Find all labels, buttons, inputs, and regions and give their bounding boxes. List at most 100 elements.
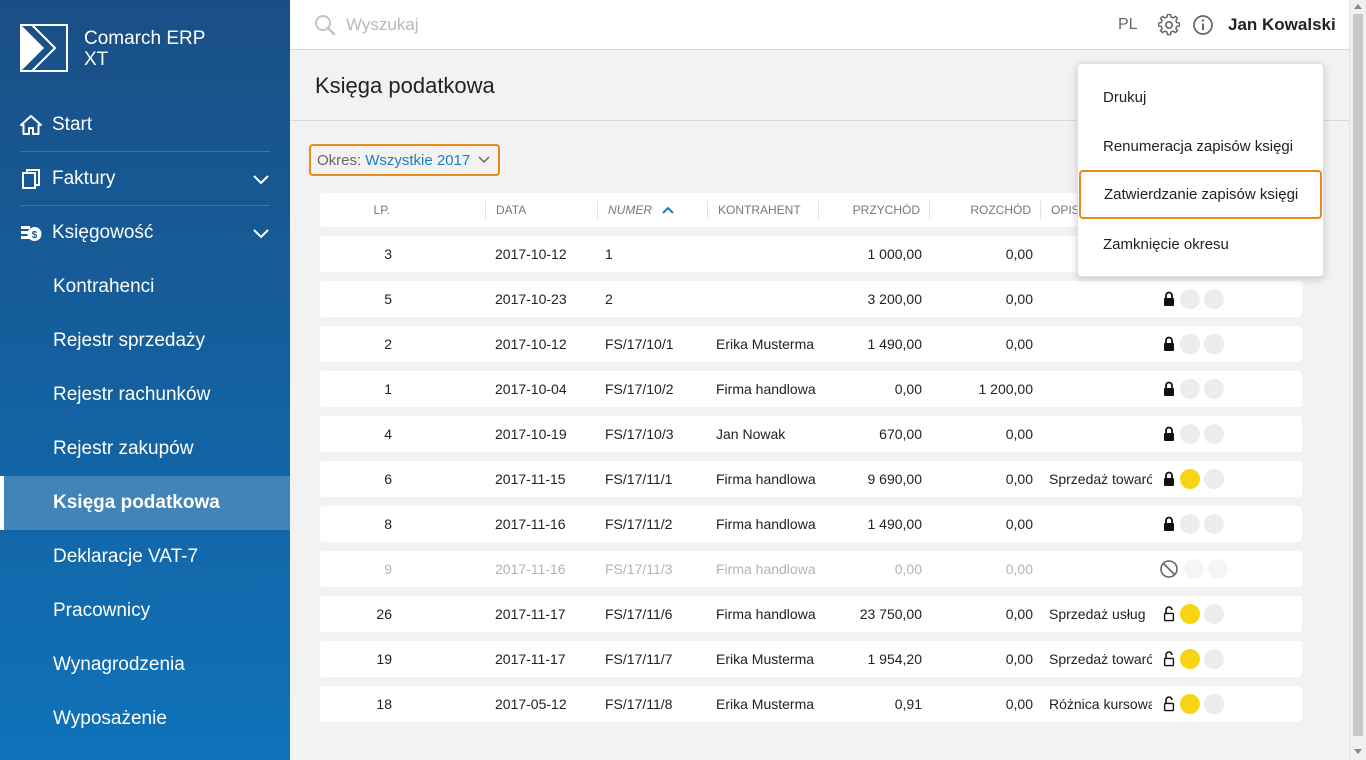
sidebar-item-rejestr-sprzedazy[interactable]: Rejestr sprzedaży	[0, 314, 290, 368]
coins-icon: $	[20, 222, 42, 244]
menu-item-drukuj[interactable]: Drukuj	[1078, 73, 1323, 122]
cell-contractor: Erika Musterma	[716, 696, 815, 712]
cell-expense: 0,00	[1005, 516, 1033, 532]
cell-lp: 26	[376, 606, 392, 622]
cell-date: 2017-11-16	[495, 561, 566, 577]
chevron-down-icon[interactable]	[252, 224, 270, 242]
menu-item-zatwierdzanie[interactable]: Zatwierdzanie zapisów księgi	[1079, 170, 1322, 219]
status-dot	[1180, 379, 1200, 399]
table-row[interactable]: 19 2017-11-17 FS/17/11/7 Erika Musterma 1 95…	[320, 641, 1302, 677]
cell-number: 1	[605, 246, 613, 262]
row-status	[1162, 461, 1224, 497]
table-row[interactable]: 8 2017-11-16 FS/17/11/2 Firma handlowa 1 490…	[320, 506, 1302, 542]
cell-income: 1 490,00	[867, 516, 923, 532]
cell-contractor: Firma handlowa	[716, 381, 816, 397]
sidebar-item-wyposazenie[interactable]: Wyposażenie	[0, 692, 290, 746]
cell-lp: 8	[384, 516, 392, 532]
cell-income: 0,91	[894, 696, 922, 712]
row-status	[1158, 551, 1228, 587]
language-selector[interactable]: PL	[1118, 16, 1138, 34]
column-header-contractor[interactable]: KONTRAHENT	[707, 193, 819, 227]
home-icon	[20, 114, 42, 136]
gear-icon[interactable]	[1158, 14, 1180, 36]
cell-contractor: Jan Nowak	[716, 426, 786, 442]
sidebar-item-ksiega-podatkowa[interactable]: Księga podatkowa	[0, 476, 290, 530]
app-name: Comarch ERP XT	[84, 28, 205, 70]
cell-income: 1 954,20	[867, 651, 923, 667]
status-dot	[1204, 379, 1224, 399]
status-dot	[1204, 334, 1224, 354]
lock-icon	[1162, 380, 1176, 398]
sidebar-item-wynagrodzenia[interactable]: Wynagrodzenia	[0, 638, 290, 692]
period-filter-value: Wszystkie 2017	[365, 151, 471, 169]
cell-date: 2017-10-19	[495, 426, 567, 442]
table-row[interactable]: 5 2017-10-23 2 3 200,00 0,00	[320, 281, 1302, 317]
sidebar-item-rejestr-zakupow[interactable]: Rejestr zakupów	[0, 422, 290, 476]
column-header-income[interactable]: PRZYCHÓD	[818, 193, 930, 227]
cell-income: 1 000,00	[867, 246, 923, 262]
table-row[interactable]: 6 2017-11-15 FS/17/11/1 Firma handlowa 9 690…	[320, 461, 1302, 497]
cell-description	[1049, 326, 1152, 362]
app-logo[interactable]: Comarch ERP XT	[20, 24, 205, 72]
cell-lp: 19	[376, 651, 392, 667]
column-header-number[interactable]: NUMER	[597, 193, 707, 227]
cell-date: 2017-10-04	[495, 381, 567, 397]
search-icon[interactable]	[314, 14, 336, 36]
table-row[interactable]: 9 2017-11-16 FS/17/11/3 Firma handlowa 0,00 0…	[320, 551, 1302, 587]
chevron-down-icon	[478, 156, 490, 164]
cell-lp: 1	[384, 381, 392, 397]
cell-contractor: Firma handlowa	[716, 471, 816, 487]
cell-number: FS/17/10/2	[605, 381, 674, 397]
unlock-icon	[1162, 695, 1176, 713]
unlock-icon	[1162, 605, 1176, 623]
app-name-line2: XT	[84, 49, 109, 70]
column-header-date[interactable]: DATA	[485, 193, 605, 227]
cell-lp: 3	[384, 246, 392, 262]
cell-income: 23 750,00	[859, 606, 922, 622]
cell-lp: 2	[384, 336, 392, 352]
sidebar-item-ksiegowosc[interactable]: $ Księgowość	[0, 206, 290, 260]
sidebar-item-faktury[interactable]: Faktury	[0, 152, 290, 206]
sidebar-item-start[interactable]: Start	[0, 98, 290, 152]
column-header-expense[interactable]: ROZCHÓD	[929, 193, 1041, 227]
cell-expense: 0,00	[1005, 561, 1033, 577]
sidebar: Comarch ERP XT Start Faktury $ Księgowoś…	[0, 0, 290, 760]
scroll-down-icon[interactable]	[1354, 749, 1362, 754]
cell-lp: 5	[384, 291, 392, 307]
table-row[interactable]: 1 2017-10-04 FS/17/10/2 Firma handlowa 0,00 1…	[320, 371, 1302, 407]
cell-income: 1 490,00	[867, 336, 923, 352]
search-input[interactable]	[346, 15, 646, 35]
table-row[interactable]: 2 2017-10-12 FS/17/10/1 Erika Musterma 1 490…	[320, 326, 1302, 362]
scroll-up-icon[interactable]	[1354, 4, 1362, 9]
sidebar-item-kontrahenci[interactable]: Kontrahenci	[0, 260, 290, 314]
table-row[interactable]: 18 2017-05-12 FS/17/11/8 Erika Musterma 0,91…	[320, 686, 1302, 722]
status-dot	[1208, 559, 1228, 579]
period-filter[interactable]: Okres: Wszystkie 2017	[309, 144, 501, 176]
table-row[interactable]: 26 2017-11-17 FS/17/11/6 Firma handlowa 23 7…	[320, 596, 1302, 632]
row-status	[1162, 596, 1224, 632]
cell-income: 3 200,00	[867, 291, 923, 307]
sidebar-item-label: Deklaracje VAT-7	[53, 546, 199, 567]
chevron-down-icon[interactable]	[252, 170, 270, 188]
sort-ascending-icon	[662, 206, 675, 214]
user-name[interactable]: Jan Kowalski	[1228, 15, 1336, 35]
sidebar-item-deklaracje-vat7[interactable]: Deklaracje VAT-7	[0, 530, 290, 584]
cell-number: FS/17/11/2	[605, 516, 673, 532]
cell-date: 2017-05-12	[495, 696, 567, 712]
lock-icon	[1162, 290, 1176, 308]
sidebar-item-rejestr-rachunkow[interactable]: Rejestr rachunków	[0, 368, 290, 422]
scrollbar-thumb[interactable]	[1353, 14, 1363, 736]
cell-number: FS/17/10/3	[605, 426, 674, 442]
period-filter-label: Okres:	[317, 151, 362, 169]
info-icon[interactable]	[1192, 14, 1214, 36]
menu-item-renumeracja[interactable]: Renumeracja zapisów księgi	[1078, 122, 1323, 171]
cancelled-icon	[1158, 560, 1180, 578]
cell-date: 2017-11-15	[495, 471, 566, 487]
vertical-scrollbar[interactable]	[1349, 0, 1366, 760]
sidebar-item-pracownicy[interactable]: Pracownicy	[0, 584, 290, 638]
column-header-lp[interactable]: LP.	[320, 193, 452, 227]
cell-description: Sprzedaż usług	[1049, 606, 1146, 622]
table-row[interactable]: 4 2017-10-19 FS/17/10/3 Jan Nowak 670,00 0,00	[320, 416, 1302, 452]
cell-description	[1049, 551, 1152, 587]
menu-item-zamkniecie-okresu[interactable]: Zamknięcie okresu	[1078, 220, 1323, 269]
